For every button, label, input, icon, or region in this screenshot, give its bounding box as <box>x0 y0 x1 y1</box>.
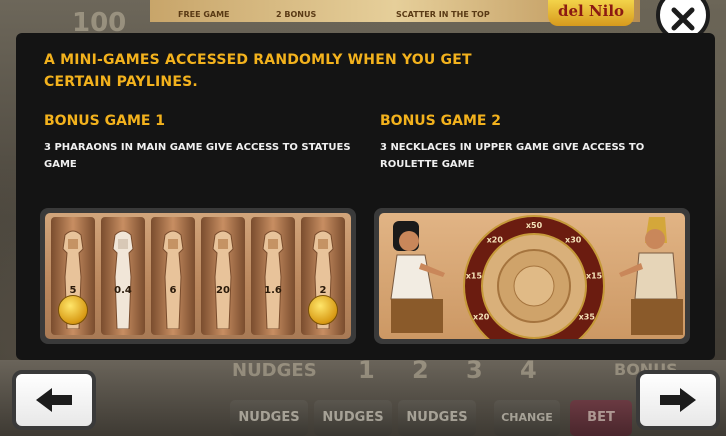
egyptian-god-icon <box>619 217 683 335</box>
game-logo: del Nilo <box>548 0 634 26</box>
previous-page-button[interactable] <box>12 370 96 430</box>
roulette-game-preview: x50 x30 x15 x35 x25 x10 x20 x15 x20 <box>374 208 690 344</box>
banner-text-free-game: FREE GAME <box>178 10 230 19</box>
wheel-value-label: x20 <box>473 313 490 322</box>
statue-niche: 6 <box>151 217 195 335</box>
next-page-button[interactable] <box>636 370 720 430</box>
info-panel: A MINI-GAMES ACCESSED RANDOMLY WHEN YOU … <box>16 33 715 360</box>
pharaoh-statue-icon <box>112 230 134 329</box>
change-button: CHANGE <box>494 400 560 436</box>
close-icon <box>671 7 695 31</box>
nudges-button-1: NUDGES <box>230 400 308 436</box>
nudge-number-1: 1 <box>358 356 375 384</box>
pharaoh-statue-icon <box>262 230 284 329</box>
banner-text-bonus: 2 BONUS <box>276 10 317 19</box>
statues-game-preview: 5 0.4 6 20 1.6 2 <box>40 208 356 344</box>
wheel-value-label: x30 <box>565 235 582 244</box>
bonus-game-2-description: 3 NECKLACES IN UPPER GAME GIVE ACCESS TO… <box>380 142 645 170</box>
pharaoh-statue-icon <box>212 230 234 329</box>
wheel-value-label: x50 <box>526 221 543 230</box>
statue-niche: 5 <box>51 217 95 335</box>
wheel-value-label: x20 <box>487 235 504 244</box>
egyptian-woman-icon <box>390 221 445 333</box>
bonus-game-1-description: 3 PHARAONS IN MAIN GAME GIVE ACCESS TO S… <box>44 142 351 170</box>
arrow-left-icon <box>36 388 72 412</box>
pharaoh-statue-icon <box>162 230 184 329</box>
eye-of-horus-coin-icon <box>58 295 88 325</box>
statue-niche: 2 <box>301 217 345 335</box>
bet-button: BET <box>570 400 632 436</box>
statue-multiplier: 0.4 <box>114 285 132 296</box>
statue-niche: 20 <box>201 217 245 335</box>
statue-multiplier: 6 <box>169 285 177 296</box>
nudges-label: NUDGES <box>232 360 317 381</box>
nudges-button-2: NUDGES <box>314 400 392 436</box>
eye-of-horus-coin-icon <box>308 295 338 325</box>
nudge-number-2: 2 <box>412 356 429 384</box>
statue-niche: 0.4 <box>101 217 145 335</box>
nudge-number-3: 3 <box>466 356 483 384</box>
wheel-value-label: x15 <box>466 271 483 280</box>
nudges-button-3: NUDGES <box>398 400 476 436</box>
roulette-wheel: x50x30x15x35x25x10x20x15x20 <box>463 215 605 339</box>
bonus-game-2-title: BONUS GAME 2 <box>380 113 502 129</box>
arrow-right-icon <box>660 388 696 412</box>
info-heading: A MINI-GAMES ACCESSED RANDOMLY WHEN YOU … <box>44 52 472 90</box>
bonus-game-1-title: BONUS GAME 1 <box>44 113 166 129</box>
statue-multiplier: 1.6 <box>264 285 282 296</box>
statue-multiplier: 20 <box>216 285 230 296</box>
wheel-value-label: x35 <box>579 313 596 322</box>
statue-niche: 1.6 <box>251 217 295 335</box>
wheel-value-label: x15 <box>586 271 603 280</box>
banner-text-scatter: SCATTER IN THE TOP <box>396 10 490 19</box>
nudge-number-4: 4 <box>520 356 537 384</box>
